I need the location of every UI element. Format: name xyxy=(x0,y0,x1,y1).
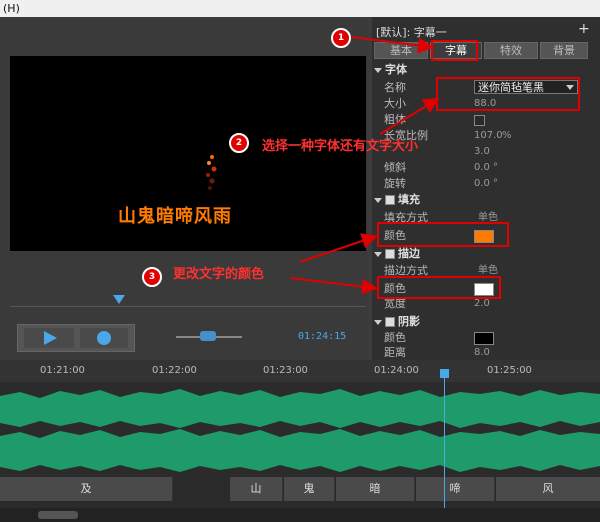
subtitle-clip[interactable]: 鬼 xyxy=(284,477,335,501)
tick-label: 01:25:00 xyxy=(487,365,532,376)
tick-label: 01:23:00 xyxy=(263,365,308,376)
transport-controls xyxy=(17,324,135,352)
spacing-value[interactable]: 3.0 xyxy=(474,145,490,159)
collapse-icon xyxy=(374,197,382,203)
rotate-value[interactable]: 0.0 xyxy=(474,177,490,191)
slant-label: 倾斜 xyxy=(384,161,406,174)
scrollbar-thumb[interactable] xyxy=(38,511,78,519)
distance-label: 距离 xyxy=(384,346,406,359)
annotation-box-fill-color xyxy=(377,222,509,247)
annotation-box-tab xyxy=(431,40,478,61)
menu-bar: (H) xyxy=(0,0,600,17)
slant-unit: ° xyxy=(493,162,498,173)
particle-effect xyxy=(206,155,217,190)
shadow-color-swatch[interactable] xyxy=(474,332,494,345)
step-badge-3: 3 xyxy=(142,267,162,287)
timecode: 01:24:15 xyxy=(298,331,347,342)
bold-checkbox[interactable] xyxy=(474,115,485,126)
shadow-section-header[interactable]: 阴影 xyxy=(374,315,420,329)
audio-waveform[interactable] xyxy=(0,386,600,476)
volume-slider-knob[interactable] xyxy=(200,331,216,341)
shadow-color-label: 颜色 xyxy=(384,331,406,344)
tick-label: 01:21:00 xyxy=(40,365,85,376)
shadow-checkbox[interactable] xyxy=(385,317,395,327)
annotation-box-stroke-color xyxy=(377,276,501,299)
step-badge-2: 2 xyxy=(229,133,249,153)
aspect-ratio-value[interactable]: 107.0 xyxy=(474,129,503,143)
subtitle-clip[interactable]: 暗 xyxy=(336,477,415,501)
add-preset-icon[interactable]: + xyxy=(578,21,590,37)
play-icon[interactable] xyxy=(24,328,74,348)
scrub-marker[interactable] xyxy=(113,295,125,304)
subtitle-clip[interactable]: 风 xyxy=(496,477,600,501)
font-section-header[interactable]: 字体 xyxy=(374,63,407,77)
collapse-icon xyxy=(374,67,382,73)
tick-label: 01:22:00 xyxy=(152,365,197,376)
distance-value[interactable]: 8.0 xyxy=(474,346,490,360)
stroke-checkbox[interactable] xyxy=(385,249,395,259)
annotation-box-font xyxy=(436,77,580,111)
rotate-label: 旋转 xyxy=(384,177,406,190)
stroke-section-header[interactable]: 描边 xyxy=(374,247,420,261)
aspect-ratio-unit: % xyxy=(502,130,512,141)
width-label: 宽度 xyxy=(384,297,406,310)
collapse-icon xyxy=(374,251,382,257)
step-badge-1: 1 xyxy=(331,28,351,48)
record-icon[interactable] xyxy=(80,328,128,348)
fill-checkbox[interactable] xyxy=(385,195,395,205)
slant-value[interactable]: 0.0 xyxy=(474,161,490,175)
playhead[interactable] xyxy=(444,372,445,522)
menu-help[interactable]: (H) xyxy=(3,2,20,15)
size-label: 大小 xyxy=(384,97,406,110)
width-value[interactable]: 2.0 xyxy=(474,297,490,311)
tick-label: 01:24:00 xyxy=(374,365,419,376)
tab-basic[interactable]: 基本 xyxy=(374,42,428,59)
font-name-label: 名称 xyxy=(384,81,406,94)
fill-section-header[interactable]: 填充 xyxy=(374,193,420,207)
subtitle-caption: 山鬼暗啼风雨 xyxy=(118,206,232,227)
step-3-instruction: 更改文字的颜色 xyxy=(173,267,265,282)
subtitle-clip[interactable]: 山 xyxy=(230,477,283,501)
playhead-handle[interactable] xyxy=(440,369,449,378)
horizontal-scrollbar[interactable] xyxy=(0,508,600,522)
step-2-instruction: 选择一种字体还有文字大小 xyxy=(262,139,419,154)
preset-selector[interactable]: [默认]: 字幕一 xyxy=(376,24,447,40)
tab-bar: 基本 字幕 特效 背景 xyxy=(374,42,590,59)
bold-label: 粗体 xyxy=(384,113,406,126)
scrub-bar[interactable] xyxy=(10,306,366,307)
subtitle-clip[interactable]: 及 xyxy=(0,477,173,501)
subtitle-clip[interactable]: 啼 xyxy=(416,477,495,501)
tab-background[interactable]: 背景 xyxy=(540,42,588,59)
rotate-unit: ° xyxy=(493,178,498,189)
tab-effects[interactable]: 特效 xyxy=(484,42,538,59)
collapse-icon xyxy=(374,319,382,325)
